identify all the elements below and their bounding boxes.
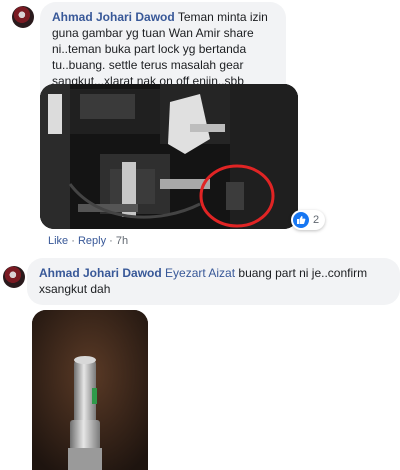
comment-author[interactable]: Ahmad Johari Dawod xyxy=(39,266,162,280)
comment-actions: Like · Reply · 7h xyxy=(48,235,128,247)
action-separator: · xyxy=(109,235,113,247)
reply-link[interactable]: Reply xyxy=(78,235,106,247)
like-icon xyxy=(293,212,309,228)
avatar[interactable] xyxy=(12,6,34,28)
reaction-count[interactable]: 2 xyxy=(291,210,326,230)
action-separator: · xyxy=(71,235,75,247)
gear-lock-photo xyxy=(40,84,298,229)
comment-timestamp[interactable]: 7h xyxy=(116,235,128,247)
reaction-number: 2 xyxy=(313,214,320,226)
avatar[interactable] xyxy=(3,266,25,288)
comment-author[interactable]: Ahmad Johari Dawod xyxy=(52,10,175,24)
tagged-user[interactable]: Eyezart Aizat xyxy=(165,266,235,280)
comment-photo[interactable] xyxy=(32,310,148,470)
comment-bubble: Ahmad Johari Dawod Eyezart Aizat buang p… xyxy=(27,258,400,305)
like-link[interactable]: Like xyxy=(48,235,68,247)
comment-photo[interactable] xyxy=(40,84,298,229)
lock-part-photo xyxy=(32,310,148,470)
